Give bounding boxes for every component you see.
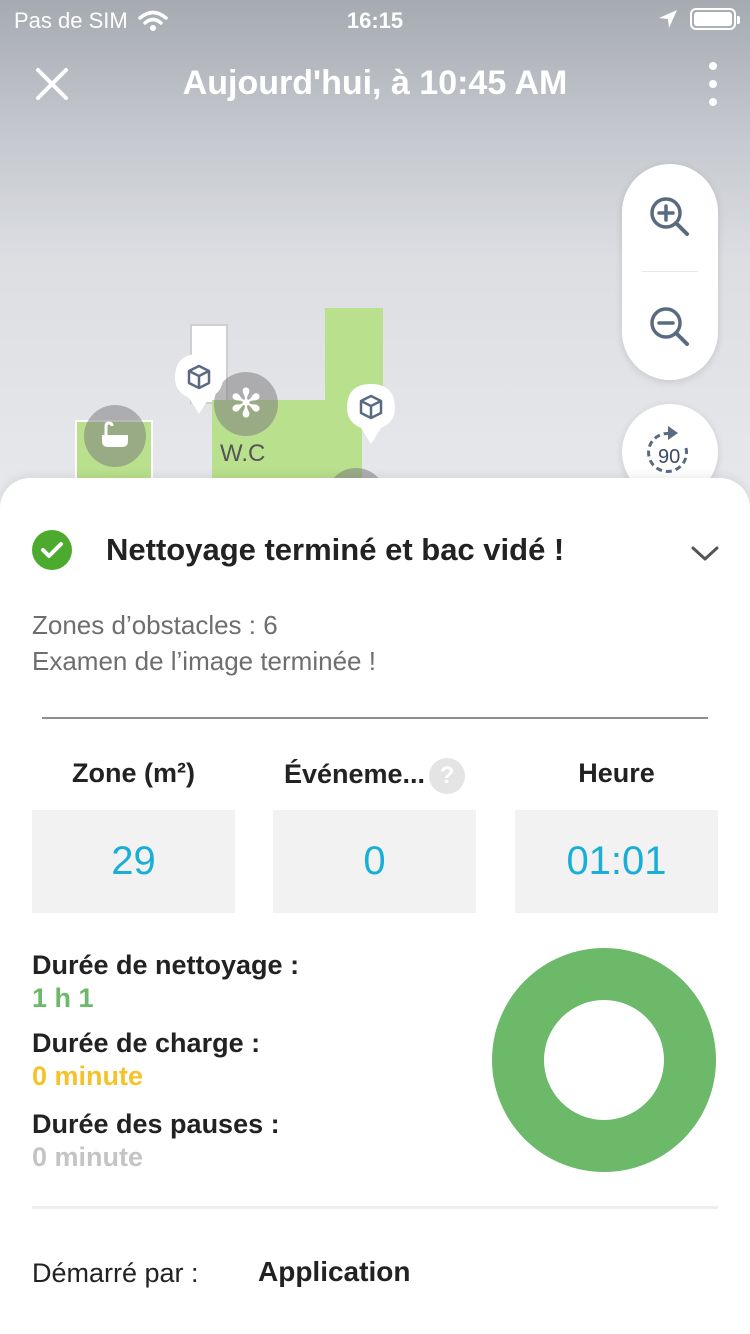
cleaning-duration-value: 1 h 1 [32,983,94,1013]
pause-duration-label: Durée des pauses : [32,1109,280,1139]
stat-label-time: Heure [578,758,655,788]
map-room-label: W.C [220,440,266,467]
zoom-controls [622,164,718,380]
nav-bar: Aujourd'hui, à 10:45 AM [0,48,750,120]
zoom-out-icon[interactable] [645,302,695,352]
image-review-text: Examen de l’image terminée ! [32,646,376,676]
page-title: Aujourd'hui, à 10:45 AM [182,64,568,102]
stat-value-time: 01:01 [515,810,718,913]
donut-segment-cleaning [492,948,716,1172]
stat-label-events: Événeme...? [273,758,476,794]
stat-value-events: 0 [273,810,476,913]
status-right [658,8,740,30]
help-icon[interactable]: ? [429,758,466,794]
battery-icon [690,8,740,30]
status-title: Nettoyage terminé et bac vidé ! [106,532,565,567]
divider [42,717,708,719]
check-circle-icon [32,530,72,570]
started-by-value: Application [258,1256,411,1287]
duration-donut-chart [492,948,716,1172]
pause-duration-value: 0 minute [32,1142,144,1172]
divider [32,1206,718,1209]
status-bar: Pas de SIM 16:15 [0,0,750,40]
started-by-label: Démarré par : [32,1258,199,1288]
zoom-in-icon[interactable] [645,192,695,242]
chevron-down-icon[interactable] [688,536,722,570]
obstacle-cube-marker-icon[interactable] [173,352,225,416]
charge-duration-label: Durée de charge : [32,1028,261,1058]
stat-label-area: Zone (m²) [72,758,195,788]
cleaning-duration-label: Durée de nettoyage : [32,950,300,980]
stat-value-area: 29 [32,810,235,913]
map-area[interactable]: W.C ✻ Pas de SIM 16:15 Aujourd'hui, à 10… [0,0,750,520]
location-arrow-icon [659,10,677,28]
bathtub-zone-icon[interactable] [84,405,146,467]
charge-duration-value: 0 minute [32,1061,144,1091]
cleaning-summary-sheet: Nettoyage terminé et bac vidé ! Zones d’… [0,478,750,1334]
zoom-divider [642,271,698,272]
obstacle-cube-marker-icon[interactable] [345,382,397,446]
obstacle-zones-text: Zones d’obstacles : 6 [32,610,278,640]
status-header[interactable]: Nettoyage terminé et bac vidé ! [32,528,722,572]
rotate-label: 90 [658,446,681,468]
more-options-icon[interactable] [698,62,728,106]
status-time: 16:15 [346,8,404,33]
